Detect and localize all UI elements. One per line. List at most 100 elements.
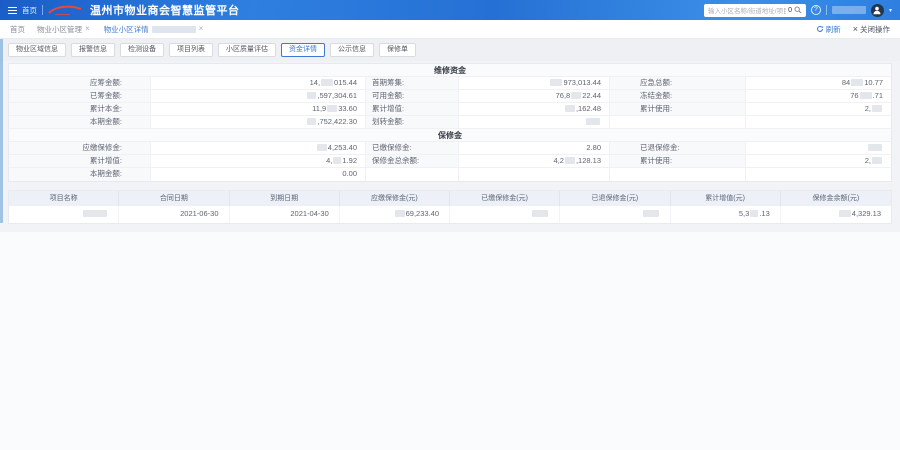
field-label: 已退保修金: (610, 142, 746, 154)
field-value: ,752,422.30 (151, 116, 366, 128)
info-row: 应筹金额:14,015.44首期筹集:973,013.44应急总额:8410.7… (9, 77, 891, 90)
field-label: 可用金额: (366, 90, 459, 102)
refresh-icon (816, 25, 824, 33)
company-logo-icon (48, 4, 82, 16)
field-value: 8410.77 (746, 77, 891, 89)
field-label (610, 168, 746, 181)
field-label: 应急总额: (610, 77, 746, 89)
info-row: 累计本金:11,933.60累计增值:,162.48累计使用:2, (9, 103, 891, 116)
close-icon[interactable]: × (85, 25, 90, 33)
value-text: 973,013.44 (563, 78, 601, 87)
tab-7[interactable]: 公示信息 (330, 43, 374, 57)
value-text: 4,253.40 (328, 143, 357, 152)
redacted-value (307, 118, 316, 125)
tab-2[interactable]: 报警信息 (71, 43, 115, 57)
field-label: 应缴保修金: (9, 142, 151, 154)
breadcrumb-home[interactable]: 首页 (10, 24, 25, 35)
redacted-value (872, 157, 882, 164)
search-input[interactable]: 输入小区名称/街道地址/项目名称 (708, 5, 786, 15)
close-operations-button[interactable]: × 关闭操作 (853, 24, 890, 35)
redacted-value (839, 210, 851, 217)
tab-8[interactable]: 保修单 (379, 43, 416, 57)
column-header: 到期日期 (230, 191, 340, 206)
field-value: 76.71 (746, 90, 891, 102)
tab-3[interactable]: 检测设备 (120, 43, 164, 57)
value-text: 2, (865, 156, 871, 165)
redacted-value (586, 118, 600, 125)
field-label: 累计增值: (9, 155, 151, 167)
redacted-value (750, 210, 758, 217)
table-cell (450, 206, 560, 223)
field-value: 4,2,128.13 (459, 155, 610, 167)
value-text: 76,8 (556, 91, 571, 100)
avatar[interactable] (871, 4, 884, 17)
field-label: 累计本金: (9, 103, 151, 115)
field-value: ,162.48 (459, 103, 610, 115)
search-icon[interactable] (794, 6, 802, 14)
left-edge-strip (0, 39, 3, 223)
column-header: 已缴保修金(元) (450, 191, 560, 206)
field-value: ,597,304.61 (151, 90, 366, 102)
tab-4[interactable]: 项目列表 (169, 43, 213, 57)
table-header-row: 项目名称合同日期到期日期应缴保修金(元)已缴保修金(元)已退保修金(元)累计增值… (9, 191, 891, 206)
table-cell (9, 206, 119, 223)
value-text: 84 (842, 78, 850, 87)
field-label: 划转金额: (366, 116, 459, 128)
field-label (366, 168, 459, 181)
field-label: 保修金总余额: (366, 155, 459, 167)
tab-6[interactable]: 资金详情 (281, 43, 325, 57)
field-value: 2.80 (459, 142, 610, 154)
field-label: 已缴保修金: (366, 142, 459, 154)
chevron-down-icon[interactable]: ▾ (889, 7, 892, 14)
redacted-value (395, 210, 405, 217)
value-text: 0.00 (342, 169, 357, 178)
warranty-projects-table: 项目名称合同日期到期日期应缴保修金(元)已缴保修金(元)已退保修金(元)累计增值… (8, 190, 892, 224)
value-text: 4, (326, 156, 332, 165)
field-value: 973,013.44 (459, 77, 610, 89)
table-row[interactable]: 2021-06-302021-04-3069,233.405,3.134,329… (9, 206, 891, 223)
page-tab[interactable]: 物业小区管理× (37, 24, 90, 35)
field-value: 2, (746, 103, 891, 115)
column-header: 已退保修金(元) (560, 191, 670, 206)
table-cell (560, 206, 670, 223)
refresh-button[interactable]: 刷新 (816, 24, 841, 35)
tab-1[interactable]: 物业区域信息 (8, 43, 66, 57)
help-icon[interactable]: ? (811, 5, 821, 15)
column-header: 应缴保修金(元) (340, 191, 450, 206)
search-box[interactable]: 输入小区名称/街道地址/项目名称 0 (704, 4, 806, 17)
redacted-value (571, 92, 581, 99)
field-value (746, 116, 891, 128)
value-text: ,752,422.30 (317, 117, 357, 126)
tab-5[interactable]: 小区质量评估 (218, 43, 276, 57)
field-value: 76,822.44 (459, 90, 610, 102)
column-header: 合同日期 (119, 191, 229, 206)
redacted-value (532, 210, 548, 217)
page-tab[interactable]: 物业小区详情× (104, 24, 204, 35)
table-cell: 2021-06-30 (119, 206, 229, 223)
home-link[interactable]: 首页 (22, 5, 37, 16)
section-tabs: 物业区域信息报警信息检测设备项目列表小区质量评估资金详情公示信息保修单 (0, 39, 900, 61)
value-text: 4,2 (554, 156, 564, 165)
info-row: 本期金额:0.00 (9, 168, 891, 181)
redacted-value (321, 79, 333, 86)
info-row: 累计增值:4,1.92保修金总余额:4,2,128.13累计使用:2, (9, 155, 891, 168)
field-value (746, 168, 891, 181)
field-value (459, 116, 610, 128)
close-icon[interactable]: × (199, 25, 204, 33)
field-value: 4,253.40 (151, 142, 366, 154)
page: 首页 温州市物业商会智慧监管平台 输入小区名称/街道地址/项目名称 0 ? (0, 0, 900, 450)
column-header: 累计增值(元) (671, 191, 781, 206)
app-title: 温州市物业商会智慧监管平台 (90, 2, 240, 18)
divider (826, 5, 827, 15)
top-header: 首页 温州市物业商会智慧监管平台 输入小区名称/街道地址/项目名称 0 ? (0, 0, 900, 20)
redacted-value (868, 144, 882, 151)
info-row: 本期金额:,752,422.30划转金额: (9, 116, 891, 129)
field-value: 2, (746, 155, 891, 167)
field-value: 0.00 (151, 168, 366, 181)
field-label (610, 116, 746, 128)
value-text: 4,329.13 (852, 209, 881, 218)
menu-icon[interactable] (8, 7, 17, 14)
divider (42, 5, 43, 15)
breadcrumb-actions: 刷新 × 关闭操作 (816, 24, 890, 35)
field-value: 4,1.92 (151, 155, 366, 167)
